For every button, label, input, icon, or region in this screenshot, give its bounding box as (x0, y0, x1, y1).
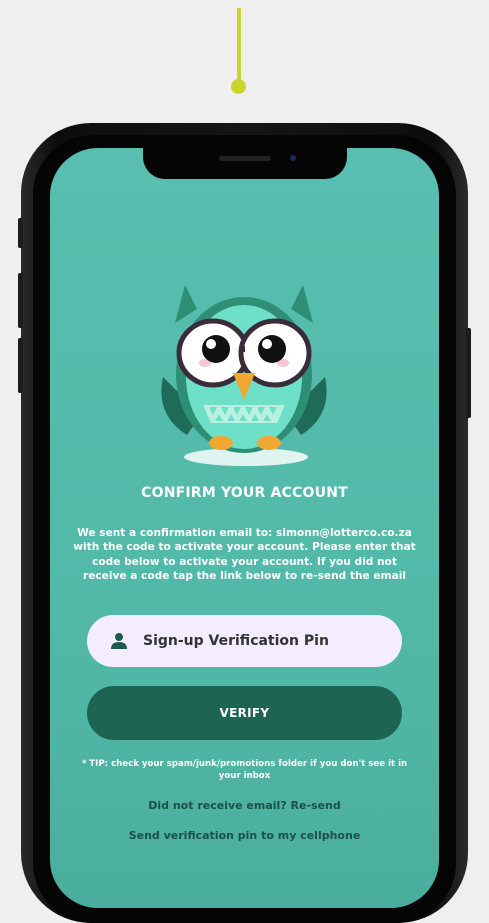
confirmation-message: We sent a confirmation email to: simonn@… (73, 527, 416, 582)
front-camera (290, 155, 296, 161)
pin-input-placeholder[interactable]: Sign-up Verification Pin (143, 633, 329, 649)
person-icon (111, 633, 127, 649)
phone-frame: CONFIRM YOUR ACCOUNT We sent a confirmat… (18, 123, 471, 923)
send-pin-cellphone-link[interactable]: Send verification pin to my cellphone (50, 829, 439, 842)
pin-indicator-dot (231, 79, 246, 94)
phone-side-button (18, 218, 23, 248)
spam-tip-text: * TIP: check your spam/junk/promotions f… (81, 759, 408, 781)
page-title: CONFIRM YOUR ACCOUNT (141, 485, 348, 501)
resend-email-link[interactable]: Did not receive email? Re-send (50, 799, 439, 812)
owl-mascot-icon (161, 285, 327, 466)
verification-pin-input[interactable]: Sign-up Verification Pin (87, 615, 402, 667)
phone-volume-down-button (18, 338, 23, 393)
earpiece-speaker (219, 156, 271, 161)
phone-volume-up-button (18, 273, 23, 328)
pin-indicator-line (237, 8, 241, 82)
phone-notch (143, 148, 347, 179)
app-screen: CONFIRM YOUR ACCOUNT We sent a confirmat… (50, 148, 439, 908)
verify-button[interactable]: VERIFY (87, 686, 402, 740)
phone-power-button (466, 328, 471, 418)
